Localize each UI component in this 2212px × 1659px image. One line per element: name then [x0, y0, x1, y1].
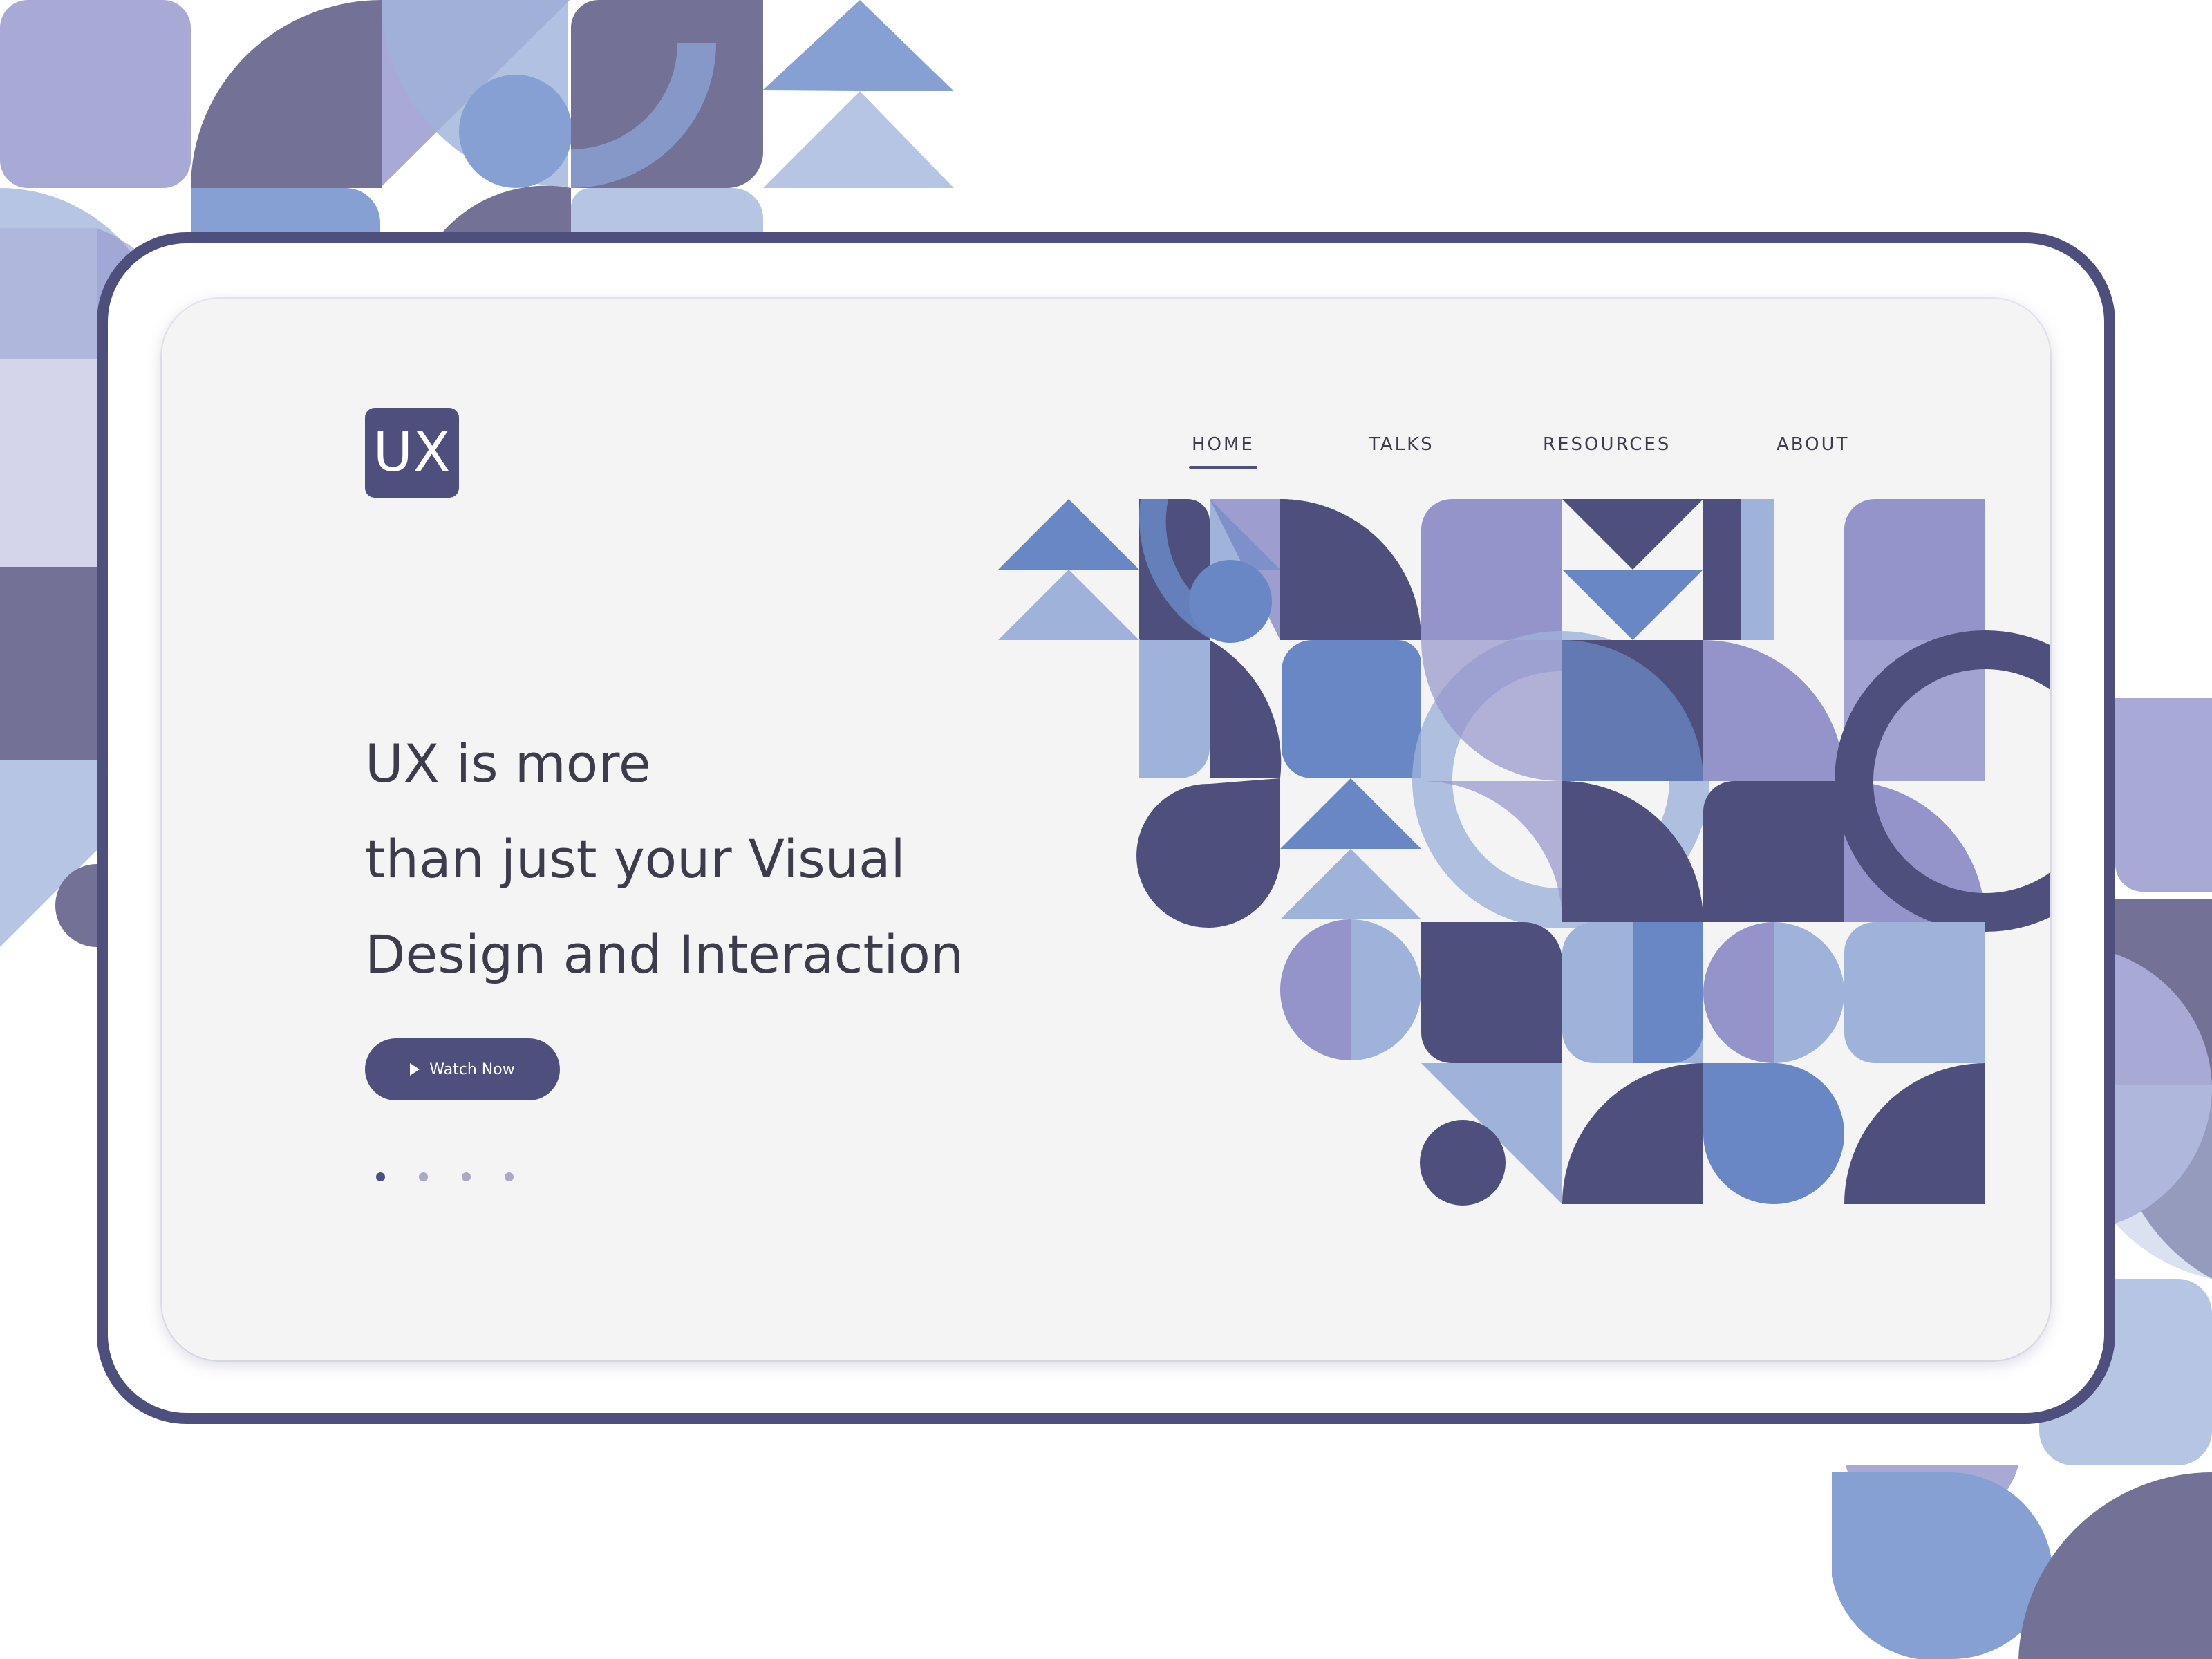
- main-nav: HOME TALKS RESOURCES ABOUT: [162, 408, 2050, 491]
- nav-home[interactable]: HOME: [1189, 434, 1257, 469]
- geometric-hero-illustration: [998, 499, 2050, 1206]
- nav-about[interactable]: ABOUT: [1777, 434, 1850, 455]
- landing-page-screen: UX HOME TALKS RESOURCES ABOUT UX is more…: [162, 299, 2050, 1360]
- nav-talks[interactable]: TALKS: [1369, 434, 1434, 455]
- nav-resources[interactable]: RESOURCES: [1543, 434, 1671, 455]
- carousel-dot-4[interactable]: [505, 1172, 514, 1181]
- play-icon: [410, 1063, 420, 1076]
- carousel-dot-3[interactable]: [462, 1172, 471, 1181]
- watch-now-button[interactable]: Watch Now: [365, 1038, 560, 1100]
- carousel-dot-2[interactable]: [419, 1172, 428, 1181]
- watch-now-label: Watch Now: [429, 1060, 515, 1078]
- carousel-dot-1[interactable]: [376, 1172, 385, 1181]
